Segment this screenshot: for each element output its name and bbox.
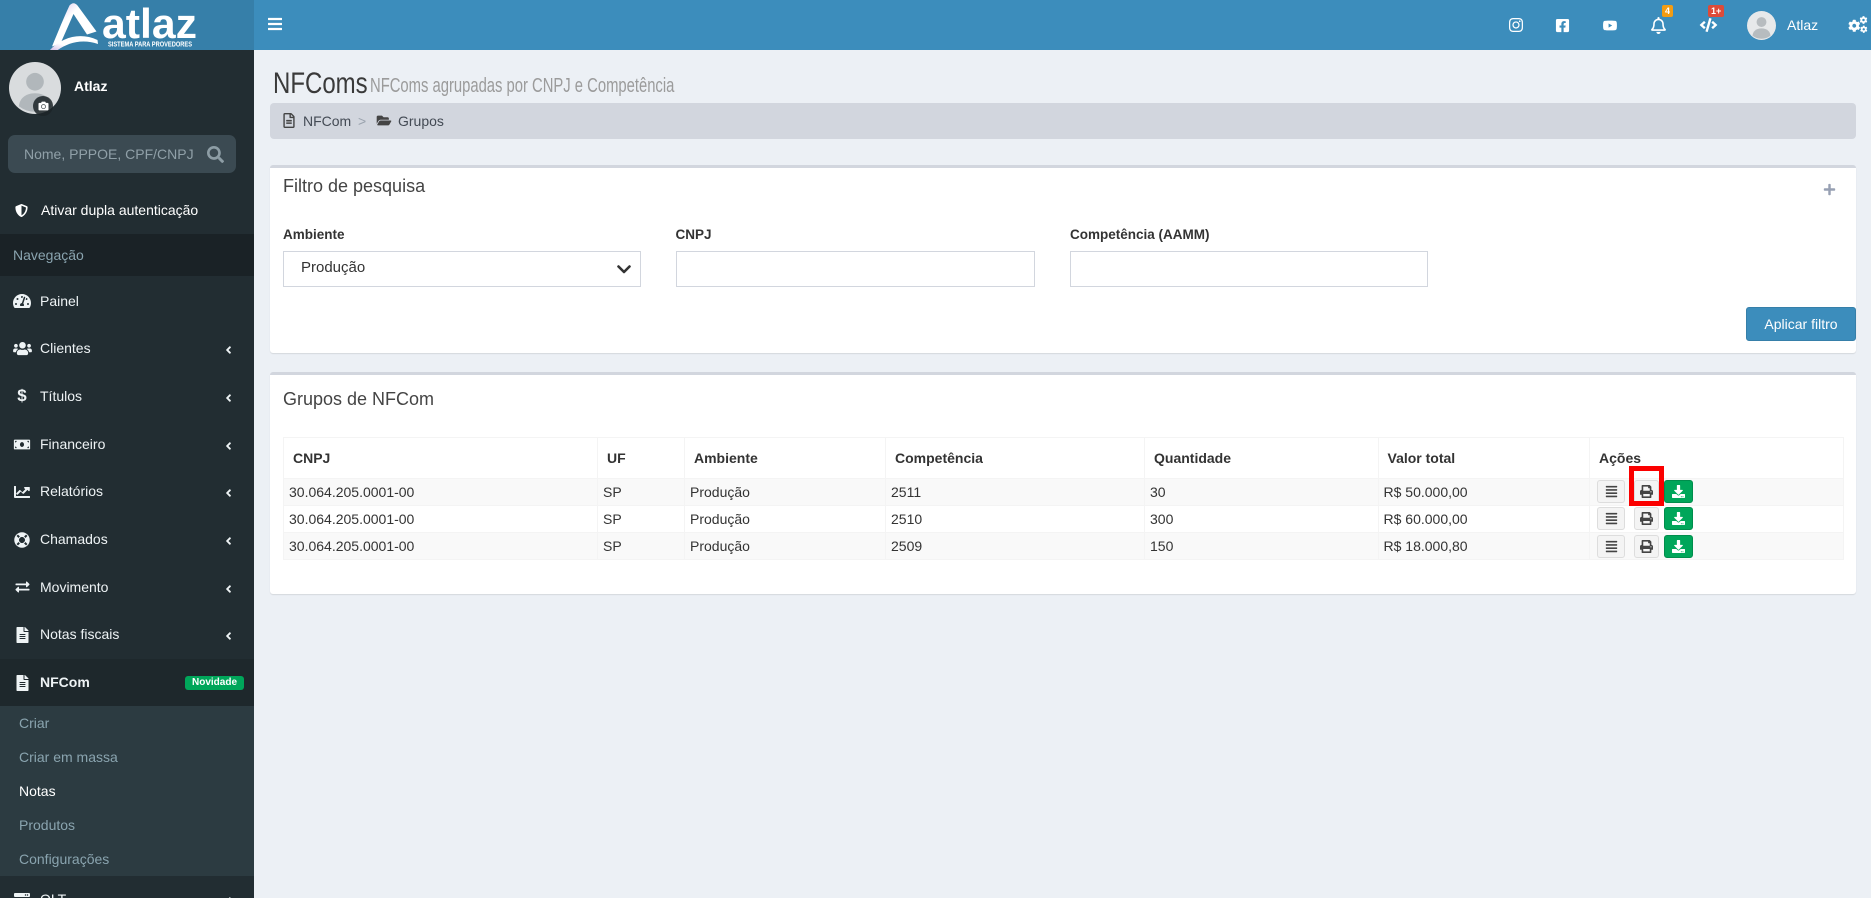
svg-text:SISTEMA PARA PROVEDORES: SISTEMA PARA PROVEDORES bbox=[108, 42, 192, 49]
svg-text:atlaz: atlaz bbox=[102, 0, 197, 47]
